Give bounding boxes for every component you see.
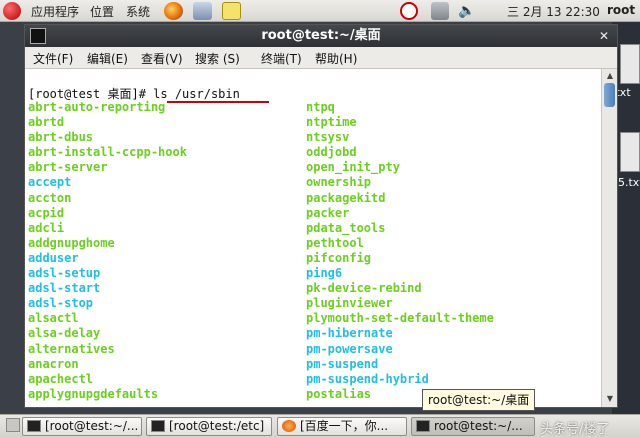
listing-entry: accept [28,175,72,190]
listing-column-left: abrt-auto-reporting abrtd abrt-dbus abrt-in… [28,100,187,402]
close-window-button[interactable]: ✕ [596,28,612,44]
listing-entry: acpid [28,205,65,220]
listing-entry: packagekitd [306,190,386,205]
firefox-icon [282,420,296,432]
task-button-terminal-1[interactable]: [root@test:~/... [22,417,142,436]
desktop-file-icon[interactable] [620,44,640,84]
listing-entry: alsa-delay [28,326,101,341]
listing-entry: pdata_tools [306,220,386,235]
listing-entry: abrtd [28,115,65,130]
listing-entry: adsl-start [28,281,101,296]
listing-entry: adcli [28,220,65,235]
listing-entry: addgnupghome [28,235,115,250]
menu-view[interactable]: 查看(V) [141,50,183,67]
listing-entry: alternatives [28,341,115,356]
listing-entry: abrt-install-ccpp-hook [28,145,187,160]
fedora-logo-icon[interactable] [3,2,21,20]
desktop-file-icon[interactable] [620,132,640,172]
menu-search[interactable]: 搜索 (S) [195,50,240,67]
note-editor-launcher-icon[interactable] [222,2,241,20]
terminal-icon [416,420,430,432]
system-menu[interactable]: 系统 [126,3,150,20]
terminal-output[interactable]: [root@test 桌面]# ls /usr/sbin abrt-auto-r… [25,69,601,407]
applications-menu[interactable]: 应用程序 [31,3,79,20]
listing-entry: accton [28,190,72,205]
menu-file[interactable]: 文件(F) [33,50,73,67]
listing-entry: pm-hibernate [306,326,393,341]
mail-launcher-icon[interactable] [193,2,212,20]
listing-entry: pluginviewer [306,296,393,311]
listing-entry: apachectl [28,371,94,386]
places-menu[interactable]: 位置 [90,3,114,20]
task-label: [root@test:~/... [45,419,139,433]
listing-entry: ownership [306,175,372,190]
firefox-launcher-icon[interactable] [164,2,183,20]
listing-entry: adduser [28,250,79,265]
listing-entry: pm-powersave [306,341,393,356]
network-icon[interactable] [431,2,449,20]
window-titlebar[interactable]: root@test:~/桌面 ✕ [25,25,617,47]
user-menu[interactable]: root [607,3,635,17]
listing-entry: oddjobd [306,145,357,160]
scroll-down-arrow-icon[interactable]: ▼ [604,393,616,405]
desktop-file-label: 5.txt [618,176,640,189]
listing-entry: anacron [28,356,79,371]
listing-entry: plymouth-set-default-theme [306,311,494,326]
listing-entry: ntptime [306,115,357,130]
menu-terminal[interactable]: 终端(T) [261,50,302,67]
listing-entry: abrt-auto-reporting [28,100,166,114]
listing-entry: pm-suspend [306,356,379,371]
clock[interactable]: 三 2月 13 22:30 [507,3,600,20]
task-button-browser[interactable]: [百度一下，你... [277,417,407,436]
listing-entry: ntsysv [306,130,350,145]
listing-entry: pethtool [306,235,364,250]
listing-column-right: ntpq ntptime ntsysv oddjobd open_init_pty own… [306,100,494,402]
listing-entry: alsactl [28,311,79,326]
task-label: [root@test:/etc] [169,419,265,433]
listing-entry: abrt-server [28,160,108,175]
listing-entry: pifconfig [306,250,372,265]
window-title: root@test:~/桌面 [261,28,381,43]
task-button-terminal-2[interactable]: [root@test:/etc] [146,417,272,436]
menu-edit[interactable]: 编辑(E) [87,50,128,67]
terminal-icon [30,28,46,44]
watermark: 头条号/楼了 [540,422,610,437]
top-panel: 应用程序 位置 系统 🔈 三 2月 13 22:30 root [0,0,640,22]
menubar: 文件(F) 编辑(E) 查看(V) 搜索 (S) 终端(T) 帮助(H) [25,47,617,69]
volume-icon[interactable]: 🔈 [458,2,476,20]
tooltip: root@test:~/桌面 [422,389,535,411]
listing-entry: pm-suspend-hybrid [306,371,429,386]
terminal-icon [151,420,165,432]
update-notifier-icon[interactable] [400,2,418,20]
task-button-terminal-active[interactable]: root@test:~/... [411,417,535,436]
terminal-icon [27,420,41,432]
listing-entry: ping6 [306,266,343,281]
listing-entry: adsl-setup [28,266,101,281]
listing-entry: open_init_pty [306,160,400,175]
show-desktop-icon[interactable] [6,418,20,432]
scroll-up-arrow-icon[interactable]: ▲ [604,70,616,82]
terminal-scrollbar[interactable]: ▲ ▼ [601,69,617,407]
task-label: [百度一下，你... [300,419,389,433]
taskbar: [root@test:~/... [root@test:/etc] [百度一下，… [0,414,640,437]
listing-entry: adsl-stop [28,296,94,311]
listing-entry: packer [306,205,350,220]
scrollbar-thumb[interactable] [604,83,615,107]
menu-help[interactable]: 帮助(H) [315,50,357,67]
listing-entry: pk-device-rebind [306,281,422,296]
listing-entry: applygnupgdefaults [28,386,159,401]
terminal-window: root@test:~/桌面 ✕ 文件(F) 编辑(E) 查看(V) 搜索 (S… [24,24,618,408]
listing-entry: abrt-dbus [28,130,94,145]
listing-entry: ntpq [306,100,335,114]
task-label: root@test:~/... [434,419,523,433]
